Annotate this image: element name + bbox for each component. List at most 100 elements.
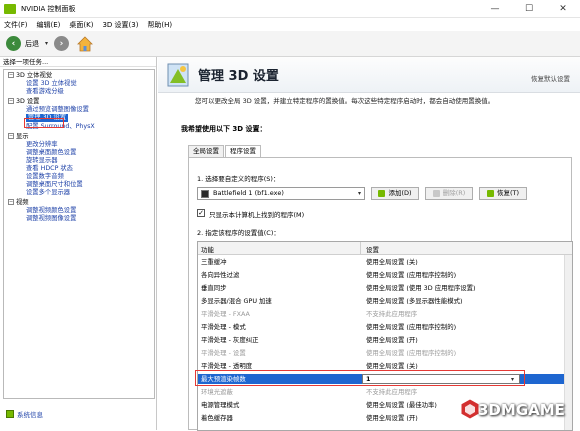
setting-cell: 使用全局设置 (开) (366, 336, 418, 344)
game-icon (201, 190, 209, 198)
program-select[interactable]: Battlefield 1 (bf1.exe) ▾ (197, 187, 365, 200)
task-sidebar: 选择一项任务... −3D 立体视觉 设置 3D 立体视觉 查看游戏分级 −3D… (0, 57, 157, 430)
back-button-label[interactable]: 后退 (25, 39, 39, 49)
restore-icon (486, 189, 494, 197)
forward-arrow-icon[interactable]: › (54, 36, 70, 51)
menu-bar: 文件(F) 编辑(E) 桌面(K) 3D 设置(3) 帮助(H) (0, 18, 580, 31)
toolbar: ‹ 后退 ▾ › (0, 31, 580, 57)
tree-category-video[interactable]: − 视频 (8, 199, 29, 207)
feature-cell: 电源管理模式 (201, 401, 240, 409)
table-row[interactable]: 平滑处理 - 设置 使用全局设置 (应用程序控制的) (198, 348, 572, 358)
feature-cell: 平滑处理 - 灰度纠正 (201, 336, 259, 344)
setting-cell: 使用全局设置 (多显示器性能模式) (366, 297, 463, 305)
setting-cell: 使用全局设置 (使用 3D 应用程序设置) (366, 284, 476, 292)
watermark: 3DMGAME (460, 394, 578, 428)
setting-cell: 使用全局设置 (最佳功率) (366, 401, 437, 409)
chevron-down-icon[interactable]: ▾ (358, 188, 361, 199)
tree-item-setup-stereo[interactable]: 设置 3D 立体视觉 (26, 80, 77, 88)
tree-item-multi-display[interactable]: 设置多个显示器 (26, 189, 70, 197)
menu-3d-settings[interactable]: 3D 设置(3) (102, 20, 138, 30)
main-pane: 管理 3D 设置 恢复默认设置 您可以更改全局 3D 设置，并建立特定程序的置换… (158, 57, 580, 431)
collapse-icon[interactable]: − (8, 133, 14, 139)
menu-help[interactable]: 帮助(H) (147, 20, 172, 30)
feature-column-header[interactable]: 功能 (201, 244, 214, 254)
table-row[interactable]: 垂直同步 使用全局设置 (使用 3D 应用程序设置) (198, 283, 572, 293)
feature-cell: 三重缓冲 (201, 258, 227, 266)
tree-item-rotate-display[interactable]: 旋转显示器 (26, 157, 57, 165)
close-button[interactable]: ✕ (546, 0, 580, 18)
maximize-button[interactable]: ☐ (512, 0, 546, 18)
collapse-icon[interactable]: − (8, 199, 14, 205)
watermark-logo-icon (460, 398, 480, 420)
add-icon (378, 189, 386, 197)
sidebar-header: 选择一项任务... (0, 57, 156, 67)
setting-cell: 使用全局设置 (应用程序控制的) (366, 271, 457, 279)
collapse-icon[interactable]: − (8, 72, 14, 78)
step2-label: 2. 指定该程序的设置值(C)： (197, 229, 280, 237)
home-icon[interactable] (77, 35, 93, 52)
table-row[interactable]: 多显示器/混合 GPU 加速 使用全局设置 (多显示器性能模式) (198, 296, 572, 306)
tree-item-game-ratings[interactable]: 查看游戏分级 (26, 88, 64, 96)
setting-cell: 不支持此应用程序 (366, 388, 418, 396)
setting-cell: 使用全局设置 (开) (366, 414, 418, 422)
tree-item-desktop-size[interactable]: 调整桌面尺寸和位置 (26, 181, 83, 189)
window-title: NVIDIA 控制面板 (21, 4, 76, 13)
feature-cell: 平滑处理 - FXAA (201, 310, 250, 318)
back-dropdown-icon[interactable]: ▾ (45, 40, 48, 47)
program-settings-panel: 1. 选择要自定义的程序(S)： Battlefield 1 (bf1.exe)… (188, 157, 573, 431)
table-row[interactable]: 三重缓冲 使用全局设置 (关) (198, 257, 572, 267)
menu-edit[interactable]: 编辑(E) (37, 20, 61, 30)
tree-category-3d-settings[interactable]: −3D 设置 (8, 98, 39, 106)
tree-category-display[interactable]: − 显示 (8, 133, 29, 141)
tree-item-video-image[interactable]: 调整视频图像设置 (26, 215, 76, 223)
tree-category-3d-stereo[interactable]: −3D 立体视觉 (8, 72, 52, 80)
feature-cell: 垂直同步 (201, 284, 227, 292)
menu-desktop[interactable]: 桌面(K) (69, 20, 93, 30)
feature-cell: 多显示器/混合 GPU 加速 (201, 297, 272, 305)
tree-item-digital-audio[interactable]: 设置数字音频 (26, 173, 64, 181)
tree-item-desktop-color[interactable]: 调整桌面颜色设置 (26, 149, 76, 157)
restore-button[interactable]: 恢复(T) (479, 187, 527, 200)
minimize-button[interactable]: — (478, 0, 512, 18)
page-title: 管理 3D 设置 (198, 69, 279, 84)
only-found-checkbox[interactable]: ✓ (197, 209, 205, 217)
setting-cell: 不支持此应用程序 (366, 310, 418, 318)
tab-global-settings[interactable]: 全局设置 (188, 145, 224, 157)
feature-cell: 平滑处理 - 设置 (201, 349, 246, 357)
watermark-text: 3DMGAME (478, 401, 565, 419)
collapse-icon[interactable]: − (8, 98, 14, 104)
3d-settings-icon (167, 63, 189, 87)
setting-cell: 使用全局设置 (应用程序控制的) (366, 349, 457, 357)
table-row[interactable]: 平滑处理 - FXAA 不支持此应用程序 (198, 309, 572, 319)
nvidia-logo-icon (4, 3, 16, 14)
remove-button[interactable]: 删除(R) (425, 187, 473, 200)
tree-item-hdcp[interactable]: 查看 HDCP 状态 (26, 165, 73, 173)
menu-file[interactable]: 文件(F) (4, 20, 28, 30)
setting-column-header[interactable]: 设置 (366, 244, 379, 254)
section-title: 我希望使用以下 3D 设置： (181, 125, 267, 133)
annotation-highlight-box (195, 370, 525, 386)
only-found-label[interactable]: 只显示本计算机上找到的程序(M) (209, 209, 304, 219)
table-row[interactable]: 平滑处理 - 灰度纠正 使用全局设置 (开) (198, 335, 572, 345)
table-row[interactable]: 平滑处理 - 模式 使用全局设置 (应用程序控制的) (198, 322, 572, 332)
restore-defaults-link[interactable]: 恢复默认设置 (531, 73, 570, 83)
system-info-icon (6, 410, 14, 418)
tree-item-preview-image[interactable]: 通过预览调整图像设置 (26, 106, 89, 114)
step1-label: 1. 选择要自定义的程序(S)： (197, 175, 280, 183)
setting-cell: 使用全局设置 (应用程序控制的) (366, 323, 457, 331)
column-divider[interactable] (360, 242, 361, 255)
settings-tabs: 全局设置 程序设置 (188, 145, 262, 158)
tree-item-resolution[interactable]: 更改分辨率 (26, 141, 57, 149)
title-bar: NVIDIA 控制面板 — ☐ ✕ (0, 0, 580, 18)
add-button[interactable]: 添加(D) (371, 187, 419, 200)
back-arrow-icon[interactable]: ‹ (6, 36, 21, 51)
page-header: 管理 3D 设置 恢复默认设置 (158, 57, 580, 93)
feature-cell: 平滑处理 - 模式 (201, 323, 246, 331)
remove-icon (432, 189, 440, 197)
tree-item-video-color[interactable]: 调整视频颜色设置 (26, 207, 76, 215)
system-info-link[interactable]: 系统信息 (6, 409, 43, 419)
table-row[interactable]: 各向异性过滤 使用全局设置 (应用程序控制的) (198, 270, 572, 280)
annotation-highlight-box (24, 118, 64, 128)
grid-header: 功能 设置 (198, 242, 572, 255)
feature-cell: 环境光遮蔽 (201, 388, 233, 396)
